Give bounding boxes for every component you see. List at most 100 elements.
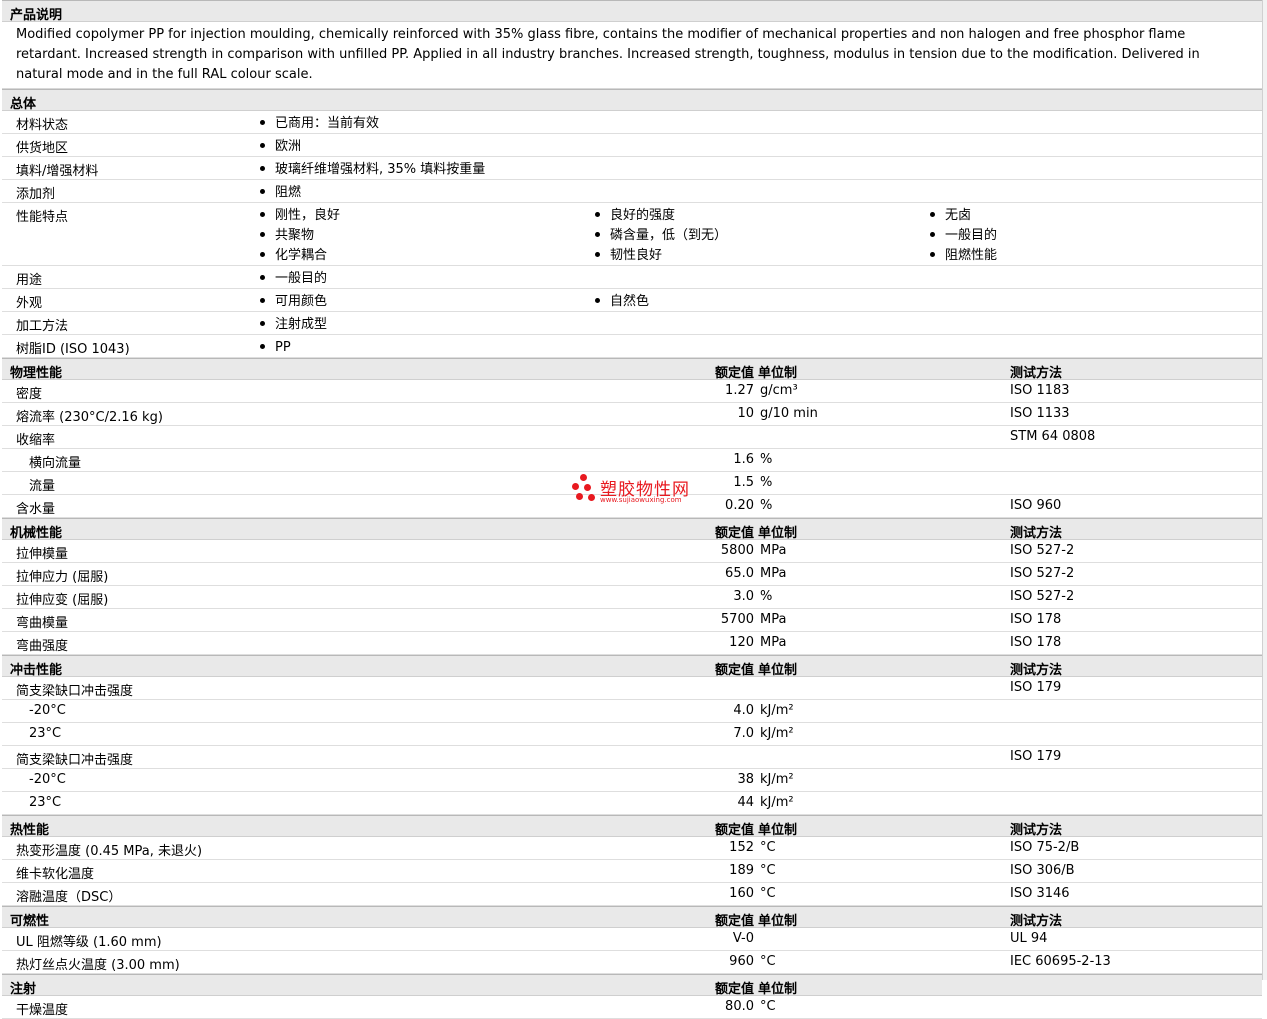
general-row: 树脂ID (ISO 1043) PP xyxy=(2,335,1262,358)
scrollbar-edge[interactable] xyxy=(1262,0,1267,980)
property-label: 干燥温度 xyxy=(16,1003,69,1018)
general-rows: 材料状态 已商用：当前有效 供货地区 欧洲 填料/增强材料 玻璃纤维增强材料, 35% 填… xyxy=(2,111,1262,358)
property-label: 简支梁缺口冲击强度 xyxy=(16,753,134,768)
header-unit: 单位制 xyxy=(758,823,798,838)
property-unit: °C xyxy=(760,954,776,969)
property-label: 密度 xyxy=(16,387,43,402)
bullet-icon xyxy=(930,232,935,237)
bullet-item: 韧性良好 xyxy=(595,243,727,266)
property-label: 维卡软化温度 xyxy=(16,867,95,882)
section-title: 注射 xyxy=(10,982,37,997)
bullet-icon xyxy=(260,166,265,171)
bullet-text: 阻燃 xyxy=(275,185,302,200)
property-sections: 物理性能 额定值 单位制 测试方法密度 1.27 g/cm³ ISO 1183 熔流率 (23… xyxy=(2,358,1262,1019)
property-label: 热灯丝点火温度 (3.00 mm) xyxy=(16,958,180,973)
property-row: 拉伸应力 (屈服) 65.0 MPa ISO 527-2 xyxy=(2,563,1262,586)
bullet-item: 阻燃性能 xyxy=(930,243,997,266)
bullet-text: 共聚物 xyxy=(275,228,315,243)
header-unit: 单位制 xyxy=(758,914,798,929)
property-value: 38 xyxy=(737,772,754,787)
bullet-icon xyxy=(260,143,265,148)
property-row: 拉伸模量 5800 MPa ISO 527-2 xyxy=(2,540,1262,563)
property-label: 23°C xyxy=(29,795,62,810)
property-label: 热变形温度 (0.45 MPa, 未退火) xyxy=(16,844,203,859)
property-method: ISO 527-2 xyxy=(1010,589,1075,604)
bullet-icon xyxy=(595,212,600,217)
property-value: 189 xyxy=(729,863,754,878)
bullet-icon xyxy=(595,252,600,257)
property-unit: MPa xyxy=(760,612,787,627)
property-label: 横向流量 xyxy=(29,456,82,471)
property-label: 熔流率 (230°C/2.16 kg) xyxy=(16,410,163,425)
property-method: ISO 306/B xyxy=(1010,863,1075,878)
general-row: 用途 一般目的 xyxy=(2,266,1262,289)
bullet-icon xyxy=(260,189,265,194)
header-method: 测试方法 xyxy=(1010,914,1063,929)
bullet-icon xyxy=(260,298,265,303)
bullet-text: 良好的强度 xyxy=(610,208,676,223)
property-label: 含水量 xyxy=(16,502,56,517)
property-unit: MPa xyxy=(760,566,787,581)
header-value: 额定值 xyxy=(714,663,754,678)
section-header: 物理性能 额定值 单位制 测试方法 xyxy=(2,358,1262,381)
bullet-icon xyxy=(595,232,600,237)
property-unit: kJ/m² xyxy=(760,795,794,810)
bullet-text: PP xyxy=(275,340,291,355)
property-row: UL 阻燃等级 (1.60 mm) V-0 UL 94 xyxy=(2,928,1262,951)
general-row-label: 树脂ID (ISO 1043) xyxy=(16,342,130,357)
bullet-text: 刚性，良好 xyxy=(275,208,341,223)
property-unit: °C xyxy=(760,840,776,855)
property-value: 7.0 xyxy=(733,726,754,741)
bullet-text: 无卤 xyxy=(945,208,972,223)
property-unit: % xyxy=(760,498,773,513)
property-value: 65.0 xyxy=(725,566,754,581)
header-unit: 单位制 xyxy=(758,982,798,997)
property-method: ISO 179 xyxy=(1010,680,1062,695)
header-unit: 单位制 xyxy=(758,663,798,678)
bullet-icon xyxy=(260,252,265,257)
property-label: UL 阻燃等级 (1.60 mm) xyxy=(16,935,162,950)
property-unit: kJ/m² xyxy=(760,726,794,741)
property-row: 熔流率 (230°C/2.16 kg) 10 g/10 min ISO 1133 xyxy=(2,403,1262,426)
property-row: 溶融温度（DSC） 160 °C ISO 3146 xyxy=(2,883,1262,906)
property-value: 80.0 xyxy=(725,999,754,1014)
header-value: 额定值 xyxy=(714,366,754,381)
property-method: IEC 60695-2-13 xyxy=(1010,954,1111,969)
property-method: ISO 1133 xyxy=(1010,406,1070,421)
property-row: 热灯丝点火温度 (3.00 mm) 960 °C IEC 60695-2-13 xyxy=(2,951,1262,974)
property-row: 密度 1.27 g/cm³ ISO 1183 xyxy=(2,380,1262,403)
property-value: 5800 xyxy=(720,543,754,558)
property-method: ISO 1183 xyxy=(1010,383,1070,398)
property-method: ISO 179 xyxy=(1010,749,1062,764)
property-row: 弯曲强度 120 MPa ISO 178 xyxy=(2,632,1262,655)
section-header: 热性能 额定值 单位制 测试方法 xyxy=(2,815,1262,838)
bullet-item: 注射成型 xyxy=(260,312,327,335)
bullet-item: 玻璃纤维增强材料, 35% 填料按重量 xyxy=(260,157,485,180)
bullet-item: 可用颜色 xyxy=(260,289,327,312)
bullet-icon xyxy=(930,212,935,217)
bullet-item: 刚性，良好 xyxy=(260,203,340,226)
property-value: 1.27 xyxy=(725,383,754,398)
property-unit: % xyxy=(760,475,773,490)
property-value: 160 xyxy=(729,886,754,901)
bullet-text: 化学耦合 xyxy=(275,248,328,263)
property-row: 横向流量 1.6% xyxy=(2,449,1262,472)
bullet-icon xyxy=(930,252,935,257)
section-header: 机械性能 额定值 单位制 测试方法 xyxy=(2,518,1262,541)
property-value: 5700 xyxy=(720,612,754,627)
bullet-icon xyxy=(260,275,265,280)
header-method: 测试方法 xyxy=(1010,663,1063,678)
property-row: 干燥温度 80.0 °C xyxy=(2,996,1262,1019)
section-title: 产品说明 xyxy=(10,8,63,23)
property-row: 弯曲模量 5700 MPa ISO 178 xyxy=(2,609,1262,632)
property-unit: g/cm³ xyxy=(760,383,798,398)
header-value: 额定值 xyxy=(714,914,754,929)
property-label: -20°C xyxy=(29,703,66,718)
property-value: 4.0 xyxy=(733,703,754,718)
bullet-item: 一般目的 xyxy=(930,223,997,246)
property-method: UL 94 xyxy=(1010,931,1048,946)
property-value: V-0 xyxy=(732,931,754,946)
bullet-text: 一般目的 xyxy=(275,271,328,286)
property-unit: °C xyxy=(760,863,776,878)
property-row: 热变形温度 (0.45 MPa, 未退火) 152 °C ISO 75-2/B xyxy=(2,837,1262,860)
